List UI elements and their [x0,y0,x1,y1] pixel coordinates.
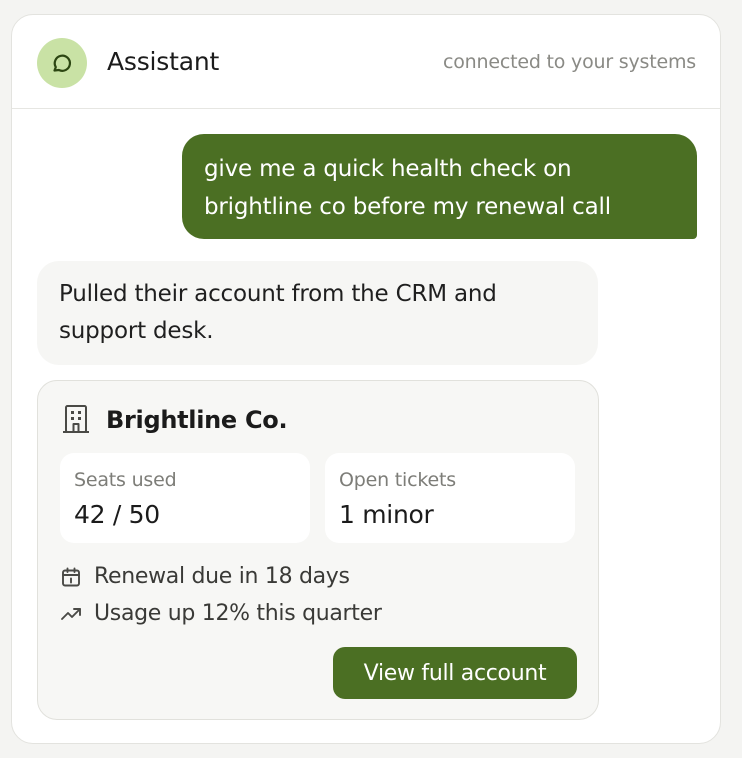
page-title: Assistant [107,47,220,76]
seats-used-stat: Seats used 42 / 50 [60,453,310,543]
account-card: Brightline Co. Seats used 42 / 50 Open t… [37,380,599,720]
usage-text: Usage up 12% this quarter [94,601,382,626]
assistant-avatar [37,38,87,88]
calendar-icon [60,566,82,588]
stat-label: Open tickets [339,469,456,491]
assistant-message: Pulled their account from the CRM and su… [37,261,598,365]
stat-value: 1 minor [339,500,434,529]
assistant-message-line: Pulled their account from the CRM and [59,281,497,307]
renewal-info: Renewal due in 18 days [60,562,350,592]
view-full-account-button[interactable]: View full account [333,647,577,699]
renewal-text: Renewal due in 18 days [94,564,350,589]
stat-label: Seats used [74,469,177,491]
user-message-line: brightline co before my renewal call [204,194,611,220]
stat-value: 42 / 50 [74,500,160,529]
company-name: Brightline Co. [106,406,288,434]
open-tickets-stat: Open tickets 1 minor [325,453,575,543]
usage-info: Usage up 12% this quarter [60,599,382,629]
chat-header: Assistant connected to your systems [12,15,720,109]
trending-up-icon [60,603,82,625]
user-message-line: give me a quick health check on [204,156,572,182]
assistant-message-line: support desk. [59,318,214,344]
chat-bubble-icon [50,51,74,75]
connection-status: connected to your systems [443,51,696,73]
building-icon [62,404,90,434]
assistant-chat-window: Assistant connected to your systems give… [11,14,721,744]
user-message: give me a quick health check on brightli… [182,134,697,239]
